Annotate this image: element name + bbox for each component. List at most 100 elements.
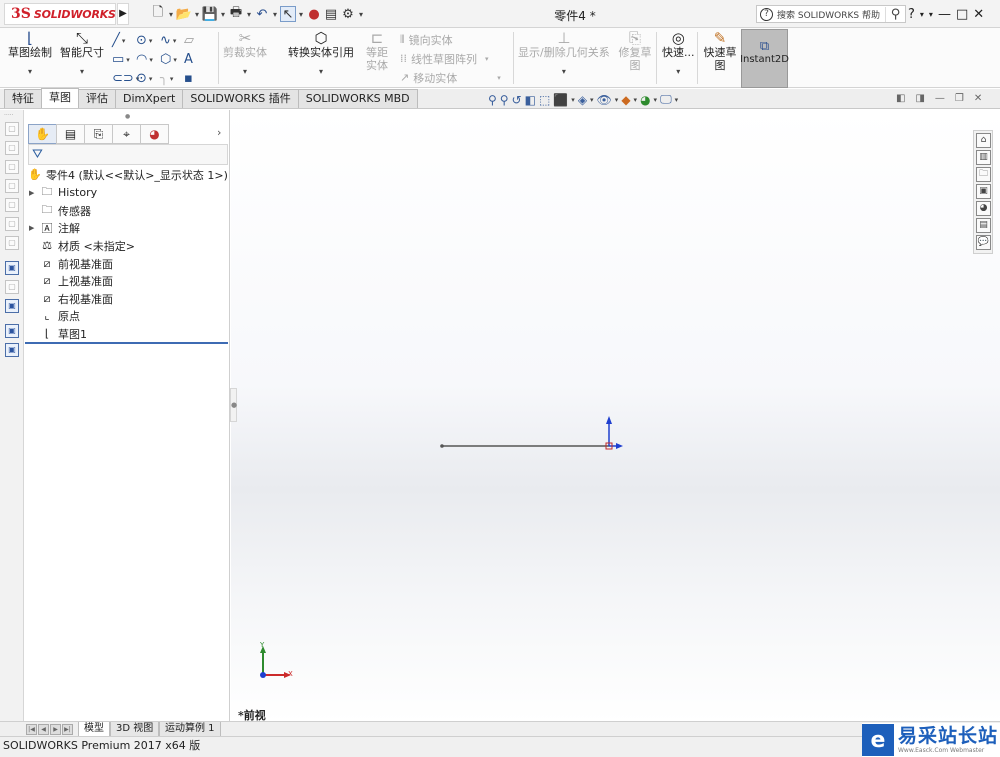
view-settings-dropdown-icon[interactable]: ▾ (675, 96, 679, 104)
side-tool-icon[interactable]: ▢ (5, 160, 19, 174)
smart-dimension-button[interactable]: ⤡ 智能尺寸 ▾ (60, 30, 104, 76)
side-tool-icon[interactable]: ▢ (5, 141, 19, 155)
display-manager-tab-icon[interactable]: ◕ (140, 124, 169, 144)
panel-expand-icon[interactable]: › (217, 126, 221, 139)
line-icon[interactable]: ╱ ▾ (112, 31, 136, 50)
view-orientation-icon[interactable]: ⬛ (553, 93, 568, 107)
forum-icon[interactable]: 💬 (976, 235, 991, 250)
tab-dimxpert[interactable]: DimXpert (115, 89, 184, 108)
tree-item-sketch1[interactable]: ⌊ 草图1 (29, 325, 87, 342)
trim-entities-button[interactable]: ✂ 剪裁实体 ▾ (223, 30, 267, 76)
offset-entities-button[interactable]: ⊏ 等距实体 (361, 30, 393, 72)
expand-arrow-icon[interactable]: ▶ (29, 224, 39, 232)
rectangle-icon[interactable]: ▭ ▾ (112, 50, 136, 69)
apply-scene-icon[interactable]: ◕ (640, 93, 650, 107)
last-tab-icon[interactable]: ▶| (62, 724, 73, 735)
tree-item-origin[interactable]: ⌞ 原点 (29, 307, 80, 324)
tree-root[interactable]: ✋ 零件4 (默认<<默认>_显示状态 1>) (27, 166, 228, 183)
menu-expand-arrow-icon[interactable]: ▶ (117, 3, 129, 25)
minimize-button[interactable]: — (938, 7, 951, 22)
mirror-entities-button[interactable]: ⫴ 镜向实体 (400, 31, 501, 48)
maximize-button[interactable]: □ (956, 7, 968, 22)
home-icon[interactable]: ⌂ (976, 133, 991, 148)
section-view-icon[interactable]: ◧ (525, 93, 536, 107)
tree-item-annotations[interactable]: ▶ 🄰 注解 (29, 219, 80, 236)
undo-icon[interactable]: ↶ (254, 6, 270, 22)
relations-dropdown-icon[interactable]: ▾ (562, 67, 566, 76)
tile-right-icon[interactable]: ◨ (915, 93, 924, 104)
text-icon[interactable]: A (184, 50, 208, 69)
polygon-icon[interactable]: ⬡ ▾ (160, 50, 184, 69)
side-tool-icon[interactable]: ▣ (5, 299, 19, 313)
ellipse-icon[interactable]: ⊙ ▾ (136, 69, 160, 88)
move-entities-button[interactable]: ↗ 移动实体 ▾ (400, 69, 501, 86)
tab-sketch[interactable]: 草图 (41, 88, 79, 108)
graphics-area[interactable]: Y X (231, 110, 1000, 722)
linear-pattern-button[interactable]: ⁞⁞ 线性草图阵列 ▾ (400, 50, 501, 67)
sketch-canvas[interactable] (231, 110, 1000, 722)
side-tool-icon[interactable]: ▣ (5, 343, 19, 357)
sketch-button[interactable]: ⌊ 草图绘制 ▾ (8, 30, 52, 76)
sketch-dropdown-icon[interactable]: ▾ (28, 67, 32, 76)
file-properties-icon[interactable]: ▤ (323, 6, 339, 22)
expand-arrow-icon[interactable]: ▶ (29, 189, 39, 197)
tab-evaluate[interactable]: 评估 (78, 89, 116, 108)
tree-item-front-plane[interactable]: ⧄ 前视基准面 (29, 255, 114, 272)
help-dropdown-icon[interactable]: ▾ (920, 10, 924, 19)
hide-show-items-icon[interactable]: 👁 (597, 93, 612, 107)
side-tool-icon[interactable]: ▢ (5, 122, 19, 136)
doc-restore-icon[interactable]: ❐ (955, 93, 964, 104)
tree-filter-input[interactable]: ⛛ (28, 144, 228, 165)
print-dropdown-icon[interactable]: ▾ (245, 10, 253, 19)
display-style-icon[interactable]: ◈ (578, 93, 587, 107)
convert-dropdown-icon[interactable]: ▾ (319, 67, 323, 76)
print-icon[interactable]: 🖶 (228, 5, 244, 22)
surface-icon[interactable]: ▱ (184, 31, 208, 50)
appearance-dropdown-icon[interactable]: ▾ (634, 96, 638, 104)
tree-item-material[interactable]: ⚖ 材质 <未指定> (29, 237, 135, 254)
solidworks-logo[interactable]: 3S SOLIDWORKS (4, 3, 116, 25)
open-file-icon[interactable]: 📂 (176, 6, 192, 22)
tree-item-sensors[interactable]: 🗀 传感器 (29, 202, 92, 219)
options-gear-icon[interactable]: ⚙ (340, 6, 356, 22)
help-search-input[interactable]: ? 搜索 SOLIDWORKS 帮助 ⚲ (756, 5, 906, 23)
tree-item-history[interactable]: ▶ 🗀 History (29, 184, 97, 201)
dynamic-annotation-icon[interactable]: ⬚ (539, 93, 550, 107)
arc-icon[interactable]: ◠ ▾ (136, 50, 160, 69)
new-file-icon[interactable]: 🗋 (150, 5, 166, 22)
view-palette-icon[interactable]: ▣ (976, 184, 991, 199)
slot-icon[interactable]: ⊂⊃ ▾ (112, 69, 139, 88)
rebuild-icon[interactable]: ● (306, 6, 322, 22)
circle-icon[interactable]: ⊙ ▾ (136, 31, 160, 50)
file-explorer-icon[interactable]: 🗀 (976, 167, 991, 182)
dimxpert-manager-tab-icon[interactable]: ⌖ (112, 124, 141, 144)
save-dropdown-icon[interactable]: ▾ (219, 10, 227, 19)
side-tool-icon[interactable]: ▢ (5, 198, 19, 212)
appearances-icon[interactable]: ◕ (976, 201, 991, 216)
side-tool-icon[interactable]: ▢ (5, 280, 19, 294)
select-dropdown-icon[interactable]: ▾ (297, 10, 305, 19)
next-tab-icon[interactable]: ▶ (50, 724, 61, 735)
view-orientation-dropdown-icon[interactable]: ▾ (571, 96, 575, 104)
tree-item-top-plane[interactable]: ⧄ 上视基准面 (29, 272, 114, 289)
property-manager-tab-icon[interactable]: ▤ (56, 124, 85, 144)
zoom-to-fit-icon[interactable]: ⚲ (488, 93, 497, 107)
trim-dropdown-icon[interactable]: ▾ (243, 67, 247, 76)
panel-splitter[interactable]: ● (230, 388, 237, 422)
quick-snaps-button[interactable]: ◎ 快速... ▾ (662, 30, 695, 76)
side-sketch-tool-icon[interactable]: ▣ (5, 261, 19, 275)
open-file-dropdown-icon[interactable]: ▾ (193, 10, 201, 19)
doc-close-icon[interactable]: ✕ (974, 93, 982, 104)
close-button[interactable]: ✕ (973, 7, 984, 22)
tab-3d-view[interactable]: 3D 视图 (110, 722, 160, 737)
point-icon[interactable]: ▪ (184, 69, 208, 88)
tab-motion-study[interactable]: 运动算例 1 (159, 722, 221, 737)
first-tab-icon[interactable]: |◀ (26, 724, 37, 735)
view-settings-icon[interactable]: 🖵 (660, 92, 672, 107)
convert-entities-button[interactable]: ⬡ 转换实体引用 ▾ (288, 30, 354, 76)
help-button[interactable]: ? (908, 7, 915, 22)
move-dropdown-icon[interactable]: ▾ (497, 74, 501, 82)
hide-show-dropdown-icon[interactable]: ▾ (615, 96, 619, 104)
side-tool-icon[interactable]: ▢ (5, 179, 19, 193)
search-icon[interactable]: ⚲ (885, 6, 905, 22)
